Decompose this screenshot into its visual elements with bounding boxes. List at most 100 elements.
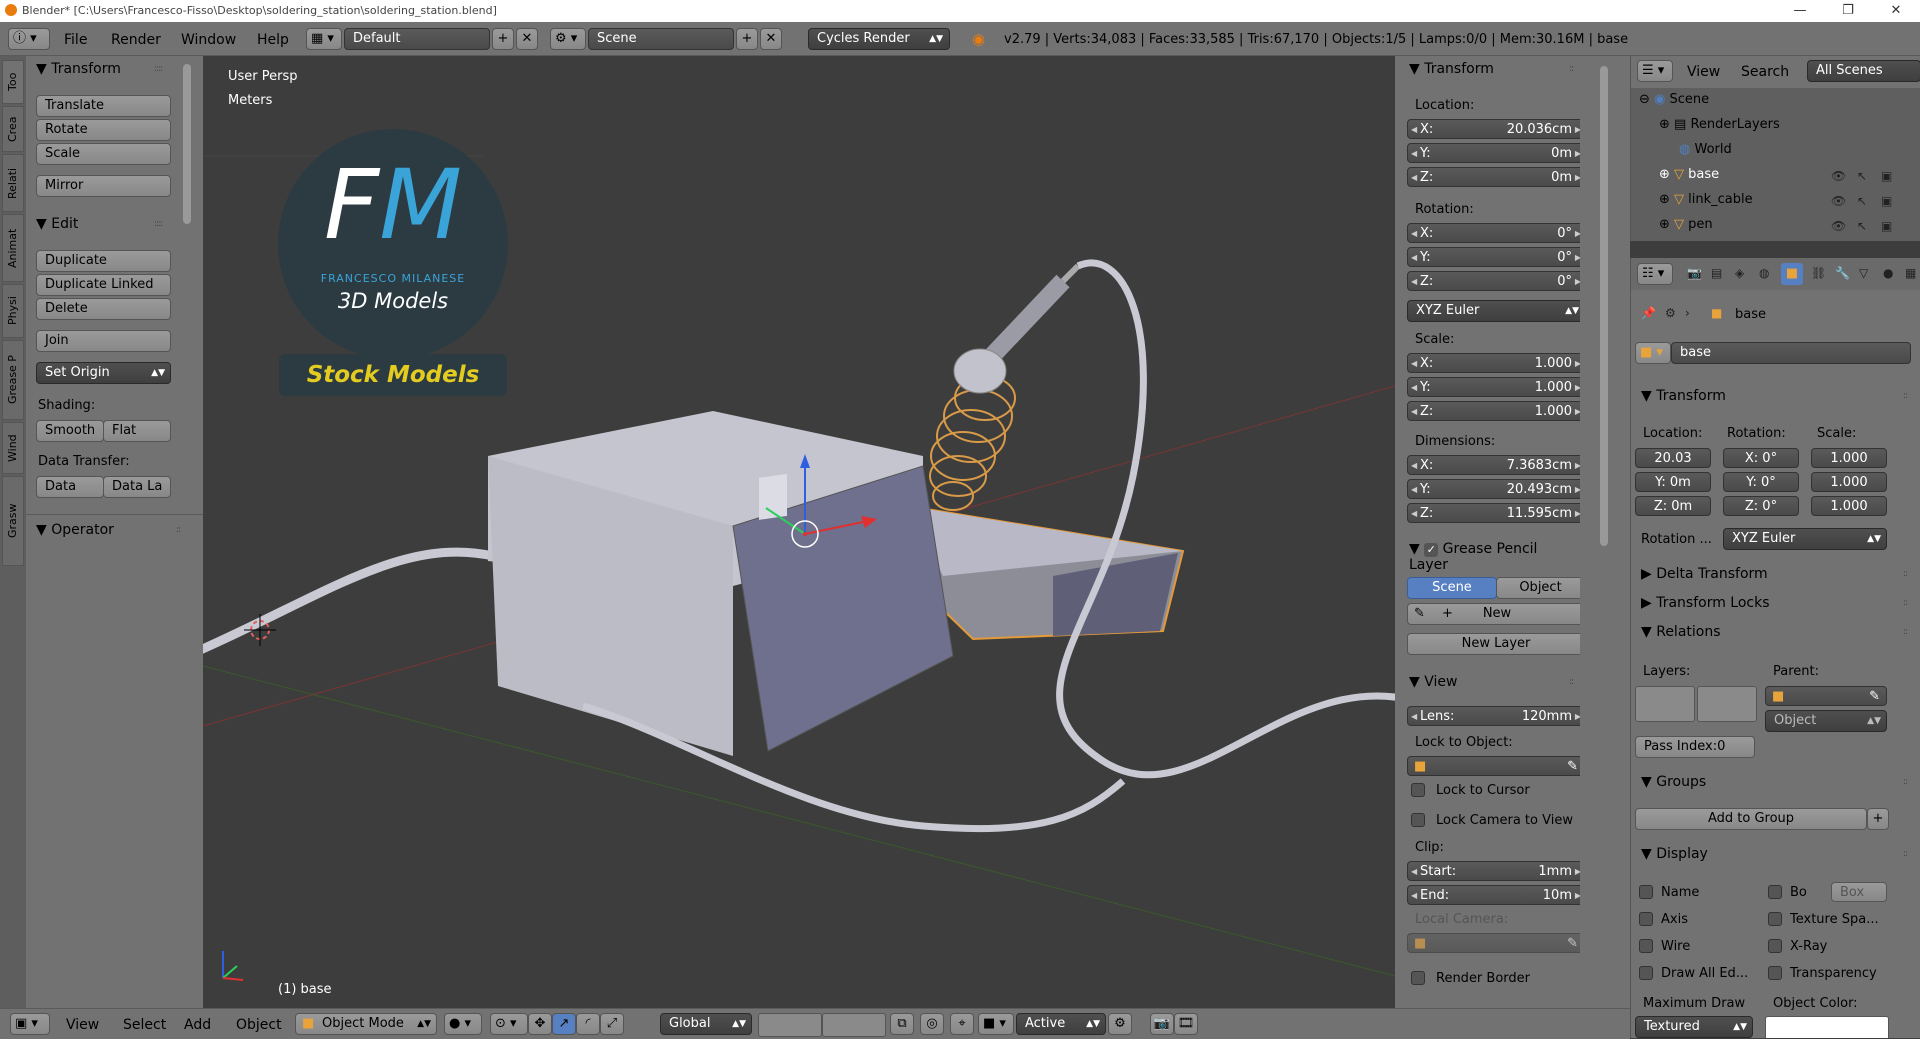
manipulator-toggle-icon[interactable]: ✥ xyxy=(528,1013,552,1035)
panel-grip-icon[interactable]: :: xyxy=(1903,391,1908,401)
transform-locks-header[interactable]: ▶ Transform Locks xyxy=(1641,595,1770,611)
props-scale-z[interactable]: 1.000 xyxy=(1811,496,1887,516)
rotation-z-field[interactable]: ◀ Z: 0° ▶ xyxy=(1407,271,1585,291)
lock-layers-icon[interactable]: ⧉ xyxy=(890,1013,914,1035)
panel-grip-icon[interactable]: :: xyxy=(1903,849,1908,859)
menu-view[interactable]: View xyxy=(66,1017,99,1033)
render-animation-icon[interactable]: 🎞 xyxy=(1174,1013,1198,1035)
clip-end-field[interactable]: ◀ End: 10m ▶ xyxy=(1407,885,1585,905)
layers-grid-1[interactable] xyxy=(1635,686,1695,722)
panel-grip-icon[interactable]: :::: xyxy=(154,64,163,74)
lock-object-field[interactable]: ■ ✎ xyxy=(1407,756,1585,776)
scale-x-field[interactable]: ◀ X: 1.000 ▶ xyxy=(1407,353,1585,373)
display-wire-checkbox[interactable] xyxy=(1639,939,1653,953)
selectability-cursor-icon[interactable]: ↖ xyxy=(1857,169,1867,183)
n-transform-header[interactable]: ▼ Transform xyxy=(1409,61,1494,77)
maximize-button[interactable]: ❐ xyxy=(1828,2,1868,20)
menu-object[interactable]: Object xyxy=(236,1017,282,1033)
panel-grip-icon[interactable]: :: xyxy=(1903,627,1908,637)
snap-toggle-icon[interactable]: ⌖ xyxy=(950,1013,974,1035)
panel-grip-icon[interactable]: :: xyxy=(1903,598,1908,608)
3d-viewport[interactable]: User Persp Meters (1) base FM FRANCESCO … xyxy=(203,56,1395,1008)
render-camera-icon[interactable]: ▣ xyxy=(1881,219,1892,233)
grease-pencil-checkbox[interactable]: ✓ xyxy=(1424,543,1439,557)
object-browse-button[interactable]: ■ ▾ xyxy=(1635,342,1671,364)
rotation-y-field[interactable]: ◀ Y: 0° ▶ xyxy=(1407,247,1585,267)
smooth-button[interactable]: Smooth xyxy=(36,420,104,442)
props-rotation-mode-select[interactable]: XYZ Euler ▲▼ xyxy=(1723,528,1887,550)
pin-icon[interactable]: 📌 xyxy=(1641,306,1656,320)
xray-checkbox[interactable] xyxy=(1768,939,1782,953)
data-layout-button[interactable]: Data La xyxy=(103,476,171,498)
tab-tools[interactable]: Too xyxy=(2,60,24,104)
duplicate-linked-button[interactable]: Duplicate Linked xyxy=(36,274,171,296)
scene-tab-icon[interactable]: ◈ xyxy=(1735,266,1744,280)
menu-add[interactable]: Add xyxy=(184,1017,211,1033)
selectability-cursor-icon[interactable]: ↖ xyxy=(1857,219,1867,233)
dimension-y-field[interactable]: ◀ Y: 20.493cm ▶ xyxy=(1407,479,1585,499)
eyedropper-icon[interactable]: ✎ xyxy=(1567,757,1578,777)
add-to-group-button[interactable]: Add to Group xyxy=(1635,808,1867,830)
data-tab-icon[interactable]: ▽ xyxy=(1859,266,1868,280)
translate-manipulator-icon[interactable]: ↗ xyxy=(552,1013,576,1035)
eyedropper-icon[interactable]: ✎ xyxy=(1567,934,1578,954)
location-x-field[interactable]: ◀ X: 20.036cm ▶ xyxy=(1407,119,1585,139)
outliner-item-renderlayers[interactable]: ⊕ ▤ RenderLayers xyxy=(1659,117,1780,132)
set-origin-select[interactable]: Set Origin ▲▼ xyxy=(36,362,171,384)
props-location-y[interactable]: Y: 0m xyxy=(1635,472,1711,492)
layers-buttons-2[interactable] xyxy=(822,1013,886,1037)
display-bounds-checkbox[interactable] xyxy=(1768,885,1782,899)
tab-grease-pencil[interactable]: Grease P xyxy=(2,340,24,420)
scale-z-field[interactable]: ◀ Z: 1.000 ▶ xyxy=(1407,401,1585,421)
transform-header[interactable]: ▼ Transform xyxy=(36,61,121,77)
layers-grid-2[interactable] xyxy=(1697,686,1757,722)
overlay-settings-icon[interactable]: ⚙ xyxy=(1108,1013,1132,1035)
lens-field[interactable]: ◀ Lens: 120mm ▶ xyxy=(1407,706,1585,726)
n-panel-scrollbar[interactable] xyxy=(1600,66,1608,546)
tab-animation[interactable]: Animat xyxy=(2,214,24,282)
outliner-item-link-cable[interactable]: ⊕ ▽ link_cable xyxy=(1659,192,1753,207)
close-button[interactable]: ✕ xyxy=(1876,2,1916,20)
props-rotation-y[interactable]: Y: 0° xyxy=(1723,472,1799,492)
clip-start-field[interactable]: ◀ Start: 1mm ▶ xyxy=(1407,861,1585,881)
outliner-item-base[interactable]: ⊕ ▽ base xyxy=(1659,167,1719,182)
bounds-type-select[interactable]: Box xyxy=(1831,882,1887,902)
lock-to-cursor-checkbox[interactable] xyxy=(1411,783,1425,797)
dimension-x-field[interactable]: ◀ X: 7.3683cm ▶ xyxy=(1407,455,1585,475)
visibility-eye-icon[interactable]: 👁 xyxy=(1831,169,1846,183)
relations-header[interactable]: ▼ Relations xyxy=(1641,624,1721,640)
constraints-tab-icon[interactable]: ⛓ xyxy=(1811,266,1826,280)
tool-shelf-scrollbar[interactable] xyxy=(183,64,191,224)
rotate-manipulator-icon[interactable]: ◜ xyxy=(576,1013,600,1035)
translate-button[interactable]: Translate xyxy=(36,95,171,117)
local-camera-field[interactable]: ■ ✎ xyxy=(1407,933,1585,953)
render-border-checkbox[interactable] xyxy=(1411,971,1425,985)
grease-scene-tab[interactable]: Scene xyxy=(1407,577,1497,599)
pass-index-field[interactable]: Pass Index:0 xyxy=(1635,736,1755,758)
object-color-swatch[interactable] xyxy=(1765,1016,1889,1038)
display-axis-checkbox[interactable] xyxy=(1639,912,1653,926)
scale-y-field[interactable]: ◀ Y: 1.000 ▶ xyxy=(1407,377,1585,397)
join-button[interactable]: Join xyxy=(36,330,171,352)
object-name-field[interactable]: base xyxy=(1671,342,1911,364)
display-header[interactable]: ▼ Display xyxy=(1641,846,1708,862)
add-group-plus-icon[interactable]: + xyxy=(1867,808,1889,830)
properties-editor-type[interactable]: ☷ ▾ xyxy=(1637,263,1673,285)
object-tab-icon[interactable]: ■ xyxy=(1781,263,1803,285)
grease-object-tab[interactable]: Object xyxy=(1496,577,1585,599)
add-scene-icon[interactable]: + xyxy=(736,28,758,50)
display-mode-select[interactable]: All Scenes xyxy=(1807,60,1920,82)
snap-target-select[interactable]: Active ▲▼ xyxy=(1016,1013,1106,1035)
duplicate-button[interactable]: Duplicate xyxy=(36,250,171,272)
menu-render[interactable]: Render xyxy=(111,32,161,48)
screen-layout-field[interactable]: Default xyxy=(344,28,490,50)
snap-element-select[interactable]: ■ ▾ xyxy=(978,1013,1014,1035)
props-scale-x[interactable]: 1.000 xyxy=(1811,448,1887,468)
editor-type-button[interactable]: ⓘ ▾ xyxy=(8,28,50,50)
remove-layout-icon[interactable]: ✕ xyxy=(516,28,538,50)
outliner-item-pen[interactable]: ⊕ ▽ pen xyxy=(1659,217,1713,232)
grease-pencil-header[interactable]: ▼ ✓ Grease Pencil Layer xyxy=(1409,541,1580,573)
texture-space-checkbox[interactable] xyxy=(1768,912,1782,926)
material-tab-icon[interactable]: ● xyxy=(1883,266,1893,280)
scene-field[interactable]: Scene xyxy=(588,28,734,50)
